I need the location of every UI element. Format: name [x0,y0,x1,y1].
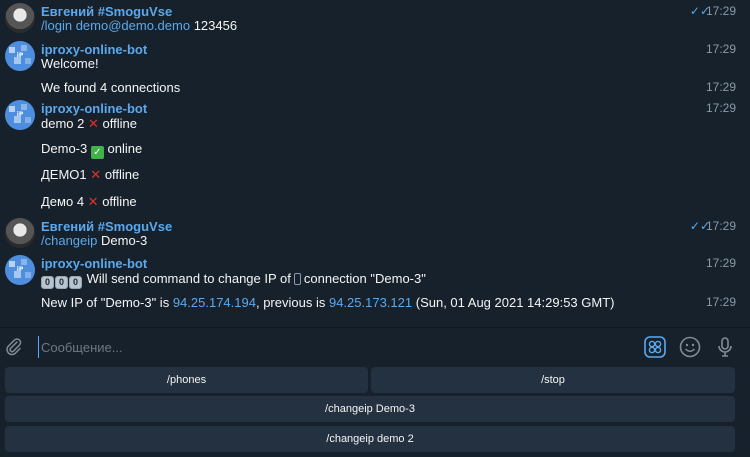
connection-name: ДЕМО1 [41,167,87,182]
microphone-icon[interactable] [714,336,736,358]
message-text: 000 Will send command to change IP of con… [41,271,426,289]
keyboard-button-changeip-demo3[interactable]: /changeip Demo-3 [5,396,735,422]
bot-keyboard: /phones /stop /changeip Demo-3 /changeip… [0,365,750,457]
message-time: 17:29 [705,219,736,233]
command-link[interactable]: /changeip [41,233,97,248]
keyboard-button-changeip-demo2[interactable]: /changeip demo 2 [5,426,735,452]
old-ip-link[interactable]: 94.25.173.121 [329,295,412,310]
message-input[interactable] [38,336,628,358]
bot-avatar[interactable]: iP [5,255,35,285]
connection-status: online [107,141,143,156]
message-body: , previous is [255,295,326,310]
message-text: New IP of "Demo-3" is 94.25.174.194, pre… [41,295,614,310]
connection-line: Demo-3 ✓ online [41,141,142,159]
connection-line: Демо 4 ✕ offline [41,194,137,210]
sender-name[interactable]: iproxy-online-bot [41,256,147,271]
attach-icon[interactable] [4,337,24,357]
message-body: connection "Demo-3" [303,271,426,286]
message-time: 17:29 [705,101,736,115]
message-body: (Sun, 01 Aug 2021 14:29:53 GMT) [415,295,615,310]
phone-icon [293,273,301,285]
sender-name[interactable]: Евгений #SmoguVse [41,219,172,234]
bot-avatar[interactable]: iP [5,41,35,71]
sender-name[interactable]: iproxy-online-bot [41,42,147,57]
cross-mark-icon: ✕ [87,194,99,209]
message-time: 17:29 [705,42,736,56]
message-composer [0,328,750,365]
cross-mark-icon: ✕ [88,116,99,131]
new-ip-link[interactable]: 94.25.174.194 [173,295,256,310]
message-time: 17:29 [705,256,736,270]
connection-status: offline [102,194,137,209]
bot-avatar[interactable]: iP [5,100,35,130]
connection-status: offline [104,167,140,182]
message-time: 17:29 [705,80,736,94]
svg-text:iP: iP [17,52,24,59]
check-mark-icon: ✓ [90,146,104,159]
message-text: /login demo@demo.demo 123456 [41,18,237,33]
message-body: Will send command to change IP of [86,271,291,286]
chat-history: Евгений #SmoguVse /login demo@demo.demo … [0,0,750,327]
emoji-icon[interactable] [679,336,701,358]
message-text: Welcome! [41,56,99,71]
sender-name[interactable]: iproxy-online-bot [41,101,147,116]
connection-name: Demo-3 [41,141,88,156]
message-text: /changeip Demo-3 [41,233,147,248]
sender-name[interactable]: Евгений #SmoguVse [41,4,172,19]
user-avatar[interactable] [5,218,35,248]
message-body: New IP of "Demo-3" is [41,295,170,310]
user-avatar[interactable] [5,3,35,33]
keycap-zero-icon: 0 [55,276,68,289]
keycap-zero-icon: 0 [41,276,54,289]
message-time: 17:29 [705,4,736,18]
svg-text:iP: iP [17,111,24,118]
message-body: 123456 [193,18,238,33]
keyboard-button-phones[interactable]: /phones [5,367,368,393]
command-link[interactable]: /login demo@demo.demo [41,18,190,33]
connection-line: ДЕМО1 ✕ offline [41,167,139,183]
connection-name: Демо 4 [41,194,85,209]
message-text: We found 4 connections [41,80,181,95]
connection-status: offline [102,116,137,131]
connection-name: demo 2 [41,116,85,131]
svg-text:iP: iP [17,266,24,273]
message-body: Demo-3 [101,233,148,248]
keycap-zero-icon: 0 [69,276,82,289]
cross-mark-icon: ✕ [90,167,102,182]
bot-keyboard-icon[interactable] [644,336,666,358]
keyboard-button-stop[interactable]: /stop [371,367,735,393]
connection-line: demo 2 ✕ offline [41,116,137,132]
message-time: 17:29 [705,295,736,309]
